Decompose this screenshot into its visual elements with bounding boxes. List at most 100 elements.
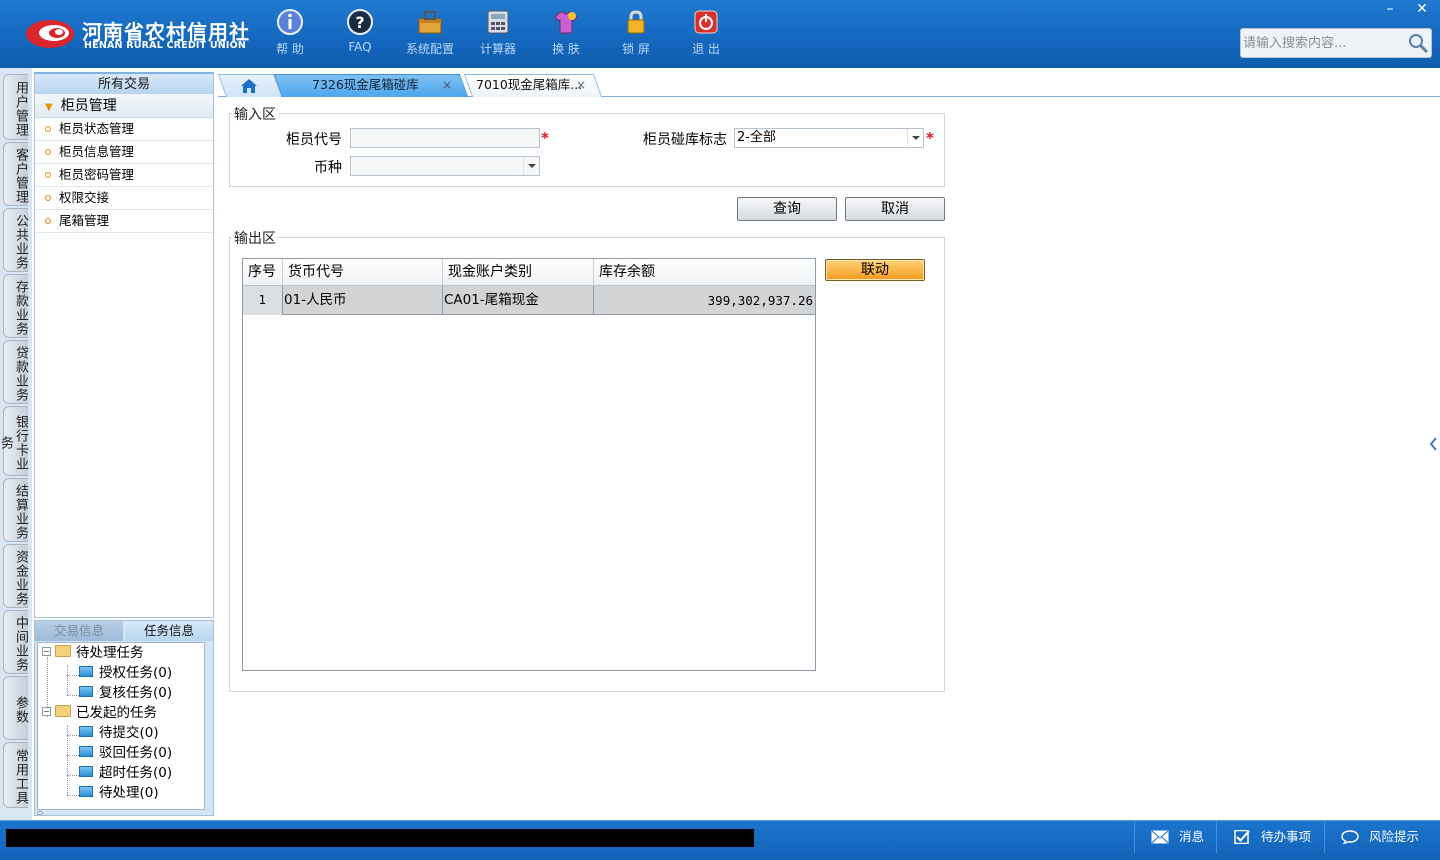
todo-button[interactable]: 待办事项 bbox=[1216, 821, 1324, 853]
dropdown-arrow-icon[interactable] bbox=[523, 157, 539, 175]
tree-node-initiated-tasks[interactable]: − 已发起的任务 bbox=[42, 703, 157, 723]
output-area-legend: 输出区 bbox=[232, 228, 278, 248]
messages-button[interactable]: 消息 bbox=[1134, 821, 1216, 853]
tree-node-auth-tasks[interactable]: 授权任务(0) bbox=[79, 663, 172, 683]
calculator-label: 计算器 bbox=[479, 42, 516, 56]
tab-task-info[interactable]: 任务信息 bbox=[125, 621, 213, 641]
tree-node-label: 待处理任务 bbox=[76, 645, 144, 661]
teller-flag-value: 2-全部 bbox=[737, 130, 776, 145]
vtab-settlement-business[interactable]: 结算业务 bbox=[3, 478, 28, 542]
toolbox-icon bbox=[418, 11, 442, 34]
nav-item-teller-info[interactable]: 柜员信息管理 bbox=[35, 141, 213, 164]
logout-button[interactable]: 退 出 bbox=[674, 8, 738, 60]
tree-node-label: 驳回任务(0) bbox=[99, 745, 173, 761]
currency-label: 币种 bbox=[314, 160, 342, 176]
minimize-button[interactable]: – bbox=[1376, 0, 1404, 18]
status-message-area bbox=[6, 829, 754, 847]
nav-item-teller-status[interactable]: 柜员状态管理 bbox=[35, 118, 213, 141]
task-tree: − 待处理任务 授权任务(0) 复核任务(0) − 已发起的任务 待提交(0) 驳回… bbox=[37, 642, 205, 810]
tab-cash-box-check[interactable]: 7326现金尾箱碰库 × bbox=[273, 74, 469, 98]
system-config-button[interactable]: 系统配置 bbox=[398, 8, 462, 60]
system-config-label: 系统配置 bbox=[405, 42, 454, 56]
nav-item-teller-password[interactable]: 柜员密码管理 bbox=[35, 164, 213, 187]
vtab-parameters[interactable]: 参数 bbox=[3, 676, 28, 740]
tree-node-review-tasks[interactable]: 复核任务(0) bbox=[79, 683, 172, 703]
vtab-public-business[interactable]: 公共业务 bbox=[3, 208, 28, 272]
close-window-button[interactable]: ✕ bbox=[1408, 0, 1436, 18]
change-skin-button[interactable]: 换 肤 bbox=[534, 8, 598, 60]
vtab-loan-business[interactable]: 贷款业务 bbox=[3, 340, 28, 404]
nav-item-cash-box-management[interactable]: 尾箱管理 bbox=[35, 210, 213, 233]
nav-item-permission-handover[interactable]: 权限交接 bbox=[35, 187, 213, 210]
search-box bbox=[1240, 28, 1432, 58]
help-button[interactable]: 帮 助 bbox=[258, 8, 322, 60]
collapse-icon[interactable]: − bbox=[42, 646, 51, 656]
question-icon: ? bbox=[347, 9, 373, 35]
main-content: 输入区 柜员代号 * 柜员碰库标志 2-全部 * 币种 查询 取消 输出区 序号… bbox=[218, 98, 1440, 818]
faq-button[interactable]: ? FAQ bbox=[328, 8, 392, 60]
teller-flag-select[interactable]: 2-全部 bbox=[734, 128, 924, 148]
task-panel: 交易信息 任务信息 − 待处理任务 授权任务(0) 复核任务(0) − 已发起的任务… bbox=[34, 620, 214, 816]
module-vertical-tabs: 用户管理 客户管理 公共业务 存款业务 贷款业务 银行卡业务 结算业务 资金业务… bbox=[0, 68, 32, 820]
tree-node-label: 已发起的任务 bbox=[76, 705, 157, 721]
search-input[interactable] bbox=[1243, 31, 1403, 55]
vtab-intermediate-business[interactable]: 中间业务 bbox=[3, 610, 28, 674]
task-panel-tabs: 交易信息 任务信息 bbox=[35, 621, 213, 641]
tree-node-label: 超时任务(0) bbox=[99, 765, 173, 781]
tree-node-to-process[interactable]: 待处理(0) bbox=[79, 783, 159, 803]
todo-label: 待办事项 bbox=[1261, 829, 1312, 844]
tab-close-icon[interactable]: × bbox=[442, 74, 452, 96]
shirt-icon bbox=[554, 11, 578, 34]
column-header[interactable]: 库存余额 bbox=[594, 259, 815, 286]
query-button[interactable]: 查询 bbox=[737, 197, 837, 221]
vtab-user-management[interactable]: 用户管理 bbox=[3, 74, 28, 140]
chevron-left-icon[interactable] bbox=[1428, 424, 1438, 464]
tab-title: 7326现金尾箱碰库 bbox=[312, 77, 419, 92]
tree-node-timeout[interactable]: 超时任务(0) bbox=[79, 763, 172, 783]
folder-icon bbox=[79, 745, 93, 757]
risk-alert-label: 风险提示 bbox=[1369, 829, 1420, 844]
search-icon[interactable] bbox=[1407, 32, 1429, 54]
tab-home[interactable] bbox=[217, 74, 283, 98]
nav-panel-title: 所有交易 bbox=[35, 72, 213, 94]
vtab-deposit-business[interactable]: 存款业务 bbox=[3, 274, 28, 338]
folder-open-icon bbox=[55, 705, 71, 717]
required-mark: * bbox=[926, 129, 934, 147]
column-header[interactable]: 现金账户类别 bbox=[443, 259, 594, 286]
risk-alert-button[interactable]: 风险提示 bbox=[1324, 821, 1440, 853]
bullet-icon bbox=[45, 194, 51, 201]
tree-resize-grip[interactable] bbox=[37, 811, 43, 815]
vtab-fund-business[interactable]: 资金业务 bbox=[3, 544, 28, 608]
tree-node-pending-tasks[interactable]: − 待处理任务 bbox=[42, 643, 144, 663]
nav-group-teller-management[interactable]: ▼ 柜员管理 bbox=[35, 94, 213, 118]
teller-flag-label: 柜员碰库标志 bbox=[643, 132, 727, 148]
vtab-common-tools[interactable]: 常用工具 bbox=[3, 742, 28, 808]
required-mark: * bbox=[541, 129, 549, 147]
bullet-icon bbox=[45, 171, 51, 178]
result-table: 序号 货币代号 现金账户类别 库存余额 1 01-人民币 CA01-尾箱现金 3… bbox=[242, 258, 816, 671]
column-header[interactable]: 货币代号 bbox=[283, 259, 443, 286]
column-header[interactable]: 序号 bbox=[243, 259, 283, 286]
table-row[interactable]: 1 01-人民币 CA01-尾箱现金 399,302,937.26 bbox=[243, 286, 815, 315]
top-header: 河南省农村信用社 HENAN RURAL CREDIT UNION 帮 助 ? … bbox=[0, 0, 1440, 68]
vtab-bank-card-business[interactable]: 银行卡业务 bbox=[0, 406, 28, 476]
tab-close-icon[interactable]: × bbox=[576, 74, 586, 96]
vtab-customer-management[interactable]: 客户管理 bbox=[3, 142, 28, 206]
folder-icon bbox=[79, 725, 93, 737]
tree-node-rejected[interactable]: 驳回任务(0) bbox=[79, 743, 172, 763]
messages-label: 消息 bbox=[1179, 829, 1205, 844]
calculator-icon bbox=[487, 10, 509, 34]
cancel-button[interactable]: 取消 bbox=[845, 197, 945, 221]
nav-item-label: 柜员信息管理 bbox=[59, 144, 135, 159]
tab-cash-box-store[interactable]: 7010现金尾箱库... × bbox=[463, 74, 603, 98]
tree-node-to-submit[interactable]: 待提交(0) bbox=[79, 723, 159, 743]
collapse-icon[interactable]: − bbox=[42, 706, 51, 716]
lock-screen-button[interactable]: 锁 屏 bbox=[604, 8, 668, 60]
tab-transaction-info[interactable]: 交易信息 bbox=[35, 621, 123, 641]
dropdown-arrow-icon[interactable] bbox=[907, 129, 923, 147]
currency-select[interactable] bbox=[350, 156, 540, 176]
link-button[interactable]: 联动 bbox=[825, 259, 925, 281]
folder-icon bbox=[79, 785, 93, 797]
calculator-button[interactable]: 计算器 bbox=[466, 8, 530, 60]
teller-code-input[interactable] bbox=[350, 128, 540, 148]
